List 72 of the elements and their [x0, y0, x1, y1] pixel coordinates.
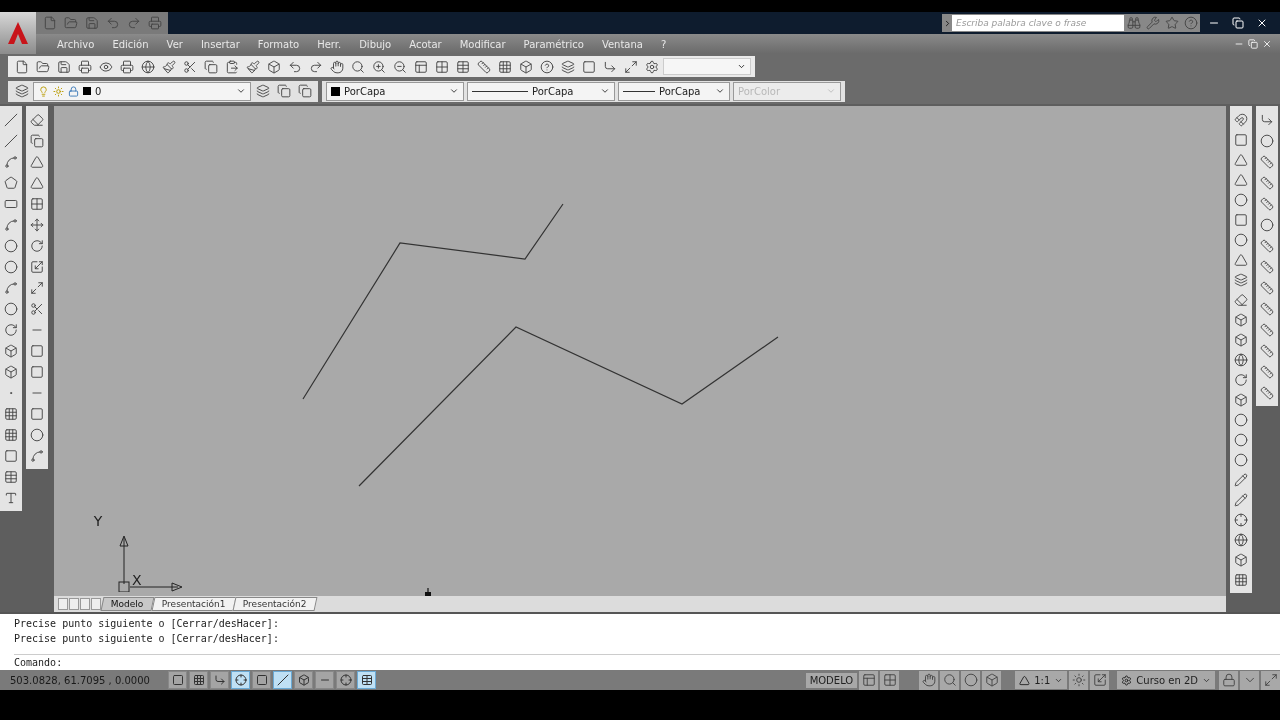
- line-sample-icon: [623, 90, 655, 92]
- drafting-toggle[interactable]: [189, 671, 208, 689]
- app-logo-icon: [6, 20, 30, 46]
- drafting-toggle[interactable]: [231, 671, 250, 689]
- property-value: PorCapa: [659, 84, 701, 99]
- restore-icon[interactable]: [1232, 17, 1244, 29]
- search-field[interactable]: Escriba palabra clave o frase: [952, 15, 1124, 31]
- layout-icon[interactable]: [859, 670, 879, 690]
- caret-icon: [737, 62, 746, 71]
- y-axis-label: Y: [93, 512, 103, 531]
- layer-dropdown[interactable]: 0: [33, 81, 251, 101]
- annotation-scale-button[interactable]: 1:1: [1015, 671, 1068, 689]
- tab-scroll-icon[interactable]: [80, 598, 90, 610]
- pan-icon[interactable]: [919, 670, 939, 690]
- gear-icon: [1121, 674, 1133, 686]
- caret-icon: [600, 86, 610, 96]
- property-dropdown[interactable]: PorCapa: [326, 81, 464, 101]
- drafting-toggle[interactable]: [168, 671, 187, 689]
- property-value: PorCapa: [532, 84, 574, 99]
- layout-tab[interactable]: Presentación2: [232, 597, 318, 611]
- lightbulb-icon: [38, 85, 49, 97]
- drafting-toggle[interactable]: [252, 671, 271, 689]
- command-history-line: Precise punto siguiente o [Cerrar/desHacer]:: [14, 617, 280, 631]
- color-swatch-icon: [83, 87, 91, 95]
- drafting-toggle[interactable]: [315, 671, 334, 689]
- workspace-button[interactable]: Curso en 2D: [1117, 671, 1215, 689]
- menu-item[interactable]: Modificar: [450, 36, 515, 52]
- viewports-icon[interactable]: [880, 670, 900, 690]
- menu-item[interactable]: Ventana: [592, 36, 652, 52]
- drafting-toggle[interactable]: [210, 671, 229, 689]
- layout-tab[interactable]: Presentación1: [151, 597, 236, 611]
- menu-item[interactable]: ?: [651, 36, 676, 52]
- command-history-line: Precise punto siguiente o [Cerrar/desHacer]:: [14, 632, 280, 646]
- crosshair-cursor: [425, 587, 431, 596]
- drafting-toggle[interactable]: [357, 671, 376, 689]
- layout-tab[interactable]: Modelo: [100, 597, 154, 611]
- property-value: PorCapa: [344, 84, 386, 99]
- caret-icon: [826, 86, 836, 96]
- tab-scroll-icon[interactable]: [58, 598, 68, 610]
- caret-icon: [236, 86, 246, 96]
- caret-icon: [715, 86, 725, 96]
- lock-icon: [68, 85, 79, 97]
- menu-item[interactable]: Edición: [103, 36, 158, 52]
- line-sample-icon: [472, 90, 528, 92]
- menu-item[interactable]: Archivo: [48, 36, 104, 52]
- drafting-toggle[interactable]: [294, 671, 313, 689]
- property-dropdown[interactable]: PorCapa: [467, 81, 615, 101]
- property-dropdown[interactable]: PorCapa: [618, 81, 730, 101]
- caret-icon: [449, 86, 459, 96]
- layer-name: 0: [95, 84, 102, 99]
- menu-item[interactable]: Ver: [157, 36, 192, 52]
- menu-item[interactable]: Formato: [248, 36, 309, 52]
- coordinates-readout: 503.0828, 61.7095 , 0.0000: [10, 673, 151, 688]
- menu-item[interactable]: Insertar: [191, 36, 249, 52]
- tab-scroll-icon[interactable]: [69, 598, 79, 610]
- menu-item[interactable]: Dibujo: [350, 36, 401, 52]
- sun-icon: [53, 85, 64, 97]
- drafting-toggle[interactable]: [273, 671, 292, 689]
- lock-icon[interactable]: [1219, 670, 1238, 690]
- zoom-icon[interactable]: [940, 670, 960, 690]
- tab-scroll-icon[interactable]: [91, 598, 101, 610]
- model-space-button[interactable]: MODELO: [805, 672, 858, 688]
- drafting-toggle[interactable]: [336, 671, 355, 689]
- close-icon[interactable]: [1256, 17, 1268, 29]
- app-menu-button[interactable]: [0, 12, 36, 54]
- menu-item[interactable]: Paramétrico: [514, 36, 593, 52]
- x-axis-label: X: [132, 571, 142, 590]
- menu-item[interactable]: Herr.: [308, 36, 351, 52]
- color-swatch-icon: [331, 86, 340, 96]
- menu-item[interactable]: Acotar: [400, 36, 451, 52]
- command-prompt[interactable]: Comando:: [14, 655, 63, 670]
- grid-mode-icon: [192, 674, 205, 686]
